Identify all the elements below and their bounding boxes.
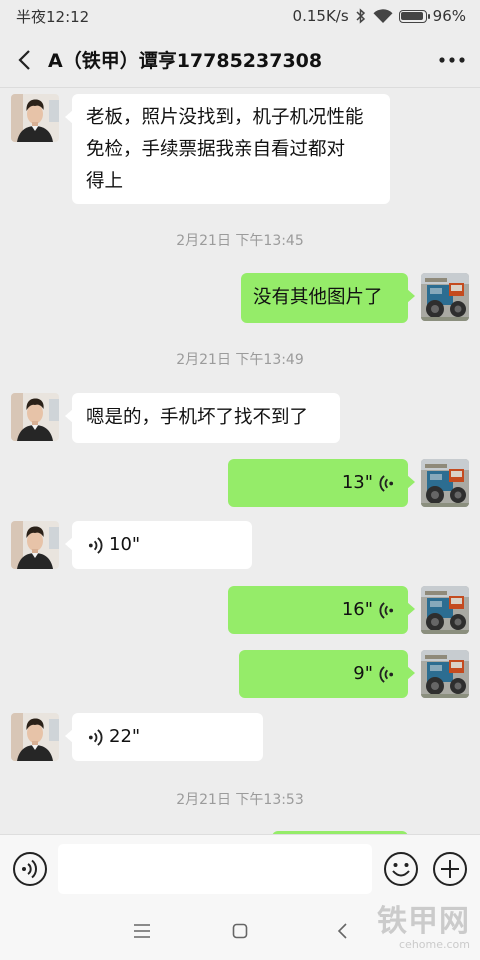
plus-icon — [433, 852, 467, 886]
voice-message-outgoing[interactable]: 16" — [228, 586, 415, 634]
more-dots-icon — [439, 56, 465, 63]
status-right: 0.15K/s 96% — [293, 7, 466, 25]
emoji-button[interactable] — [383, 851, 419, 887]
home-icon — [232, 923, 248, 939]
voice-toggle-button[interactable] — [12, 851, 48, 887]
emoji-icon — [384, 852, 418, 886]
contact-avatar[interactable] — [11, 393, 59, 441]
my-avatar[interactable] — [421, 586, 469, 634]
status-bar: 半夜12:12 0.15K/s 96% — [0, 0, 480, 32]
message-text: 没有其他图片了 — [253, 287, 383, 308]
voice-wave-icon — [379, 601, 394, 620]
voice-duration: 10" — [109, 534, 141, 555]
voice-message-incoming[interactable]: 10" — [65, 521, 252, 569]
voice-toggle-icon — [13, 852, 47, 886]
voice-wave-icon — [379, 474, 394, 493]
message-bubble-incoming[interactable]: 嗯是的，手机坏了找不到了 — [65, 393, 340, 443]
message-text-line: 得上 — [86, 171, 124, 192]
voice-message-outgoing[interactable]: 9" — [239, 650, 415, 698]
voice-wave-icon — [88, 728, 103, 747]
my-avatar[interactable] — [421, 459, 469, 507]
voice-wave-icon — [88, 536, 103, 555]
message-text-line: 老板，照片没找到，机子机况性能 — [86, 107, 364, 128]
bluetooth-icon — [355, 8, 367, 24]
timestamp: 2月21日 下午13:49 — [176, 352, 304, 368]
network-speed: 0.15K/s — [292, 7, 349, 25]
voice-message-outgoing[interactable]: 13" — [228, 459, 415, 507]
voice-wave-icon — [379, 665, 394, 684]
watermark-sub: cehome.com — [399, 938, 470, 951]
battery-icon — [398, 9, 430, 23]
voice-duration: 9" — [353, 663, 373, 684]
back-icon — [337, 923, 347, 939]
message-list[interactable]: 老板，照片没找到，机子机况性能 免检，手续票据我亲自看过都对 得上 2月21日 … — [0, 88, 480, 834]
wifi-icon — [373, 8, 393, 24]
chat-title: A（铁甲）谭亨17785237308 — [48, 50, 323, 72]
my-avatar[interactable] — [421, 273, 469, 321]
message-text-line: 免检，手续票据我亲自看过都对 — [86, 139, 346, 160]
system-back-button[interactable] — [330, 919, 354, 943]
battery-fill — [401, 12, 424, 20]
chat-header: A（铁甲）谭亨17785237308 — [0, 32, 480, 88]
menu-button[interactable] — [130, 919, 154, 943]
chevron-left-icon — [18, 49, 30, 70]
battery-percent: 96% — [432, 7, 466, 25]
home-button[interactable] — [228, 919, 252, 943]
message-text: 嗯是的，手机坏了找不到了 — [86, 407, 309, 428]
timestamp: 2月21日 下午13:53 — [176, 792, 304, 808]
back-button[interactable] — [0, 32, 48, 88]
more-button[interactable] — [424, 32, 480, 88]
input-bar — [0, 834, 480, 902]
message-bubble-outgoing[interactable]: 没有其他图片了 — [241, 273, 415, 323]
menu-icon — [134, 924, 150, 938]
contact-avatar[interactable] — [11, 521, 59, 569]
system-nav-bar: 铁甲网 cehome.com — [0, 902, 480, 960]
watermark-logo: 铁甲网 cehome.com — [358, 906, 470, 954]
voice-duration: 22" — [109, 726, 141, 747]
voice-duration: 16" — [341, 599, 373, 620]
voice-message-incoming[interactable]: 22" — [65, 713, 263, 761]
watermark-main: 铁甲网 — [377, 904, 470, 939]
message-bubble-incoming[interactable]: 老板，照片没找到，机子机况性能 免检，手续票据我亲自看过都对 得上 — [65, 94, 390, 204]
message-input[interactable] — [58, 844, 372, 894]
timestamp: 2月21日 下午13:45 — [176, 233, 304, 249]
status-time: 半夜12:12 — [16, 7, 90, 26]
contact-avatar[interactable] — [11, 713, 59, 761]
more-functions-button[interactable] — [432, 851, 468, 887]
my-avatar[interactable] — [421, 650, 469, 698]
contact-avatar[interactable] — [11, 94, 59, 142]
voice-duration: 13" — [341, 472, 373, 493]
